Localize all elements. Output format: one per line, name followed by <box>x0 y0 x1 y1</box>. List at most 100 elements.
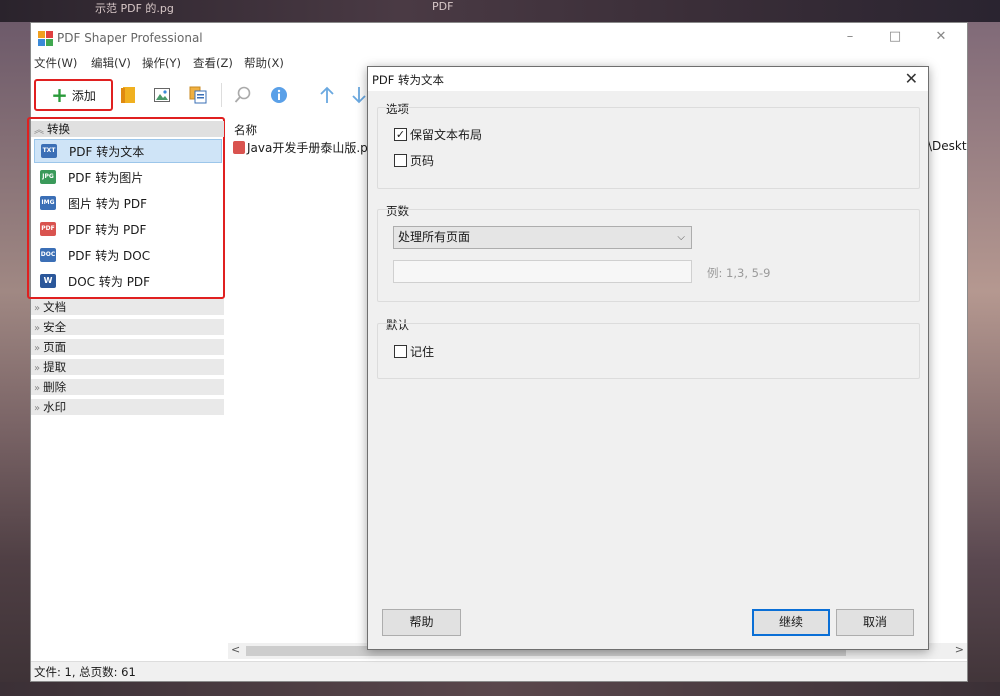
chevron-down-icon: » <box>34 363 41 374</box>
pages-group <box>377 209 920 302</box>
add-button-label: 添加 <box>71 88 96 103</box>
group-security[interactable]: » 安全 <box>31 319 224 335</box>
remember-checkbox[interactable]: 记住 <box>394 343 434 360</box>
file-path: \Deskt <box>928 139 967 153</box>
group-label: 提取 <box>43 360 67 374</box>
folder-icon[interactable] <box>117 79 139 111</box>
checkbox-icon <box>394 345 407 358</box>
chevron-down-icon: » <box>34 303 41 314</box>
sidebar-item-image-to-pdf[interactable]: IMG 图片 转为 PDF <box>34 191 222 215</box>
group-label: 安全 <box>43 320 67 334</box>
sidebar-item-pdf-to-text[interactable]: TXT PDF 转为文本 <box>34 139 222 163</box>
txt-file-icon: TXT <box>41 144 57 158</box>
desktop-background-left <box>0 22 30 696</box>
tool-sidebar: ︽ 转换 TXT PDF 转为文本 JPG PDF 转为图片 IMG 图片 转为 … <box>27 117 225 649</box>
options-group <box>377 107 920 189</box>
chevron-down-icon: ⌵ <box>677 232 685 243</box>
minimize-button[interactable]: – <box>835 29 865 47</box>
close-button[interactable]: ✕ <box>926 29 956 47</box>
file-name: Java开发手册泰山版.p <box>247 141 368 155</box>
chevron-down-icon: » <box>34 323 41 334</box>
dialog-close-icon[interactable]: ✕ <box>905 69 918 88</box>
group-label: 文档 <box>43 300 67 314</box>
column-header-name[interactable]: 名称 <box>234 122 257 138</box>
desktop-background-right <box>968 22 1000 696</box>
plus-icon: + <box>51 83 68 107</box>
word-file-icon: W <box>40 274 56 288</box>
desktop-top-strip: 示范 PDF 的.pg PDF <box>0 0 1000 22</box>
toolbar-divider <box>221 83 222 107</box>
pages-select-value: 处理所有页面 <box>398 230 471 244</box>
file-row[interactable]: Java开发手册泰山版.p <box>233 139 368 156</box>
pdf-file-icon <box>233 141 245 154</box>
copy-icon[interactable] <box>187 79 209 111</box>
add-button[interactable]: + 添加 <box>34 79 113 111</box>
chevron-down-icon: » <box>34 403 41 414</box>
window-title: PDF Shaper Professional <box>57 31 203 45</box>
pdf-file-icon: PDF <box>40 222 56 236</box>
group-label: 水印 <box>43 400 67 414</box>
sidebar-item-doc-to-pdf[interactable]: W DOC 转为 PDF <box>34 269 222 293</box>
info-icon[interactable] <box>267 79 291 111</box>
image-file-icon: IMG <box>40 196 56 210</box>
checkbox-checked-icon: ✓ <box>394 128 407 141</box>
chevron-down-icon: » <box>34 343 41 354</box>
group-extract[interactable]: » 提取 <box>31 359 224 375</box>
checkbox-label: 保留文本布局 <box>410 128 483 142</box>
page-range-hint: 例: 1,3, 5-9 <box>707 266 771 280</box>
status-text: 文件: 1, 总页数: 61 <box>34 665 136 679</box>
cancel-button[interactable]: 取消 <box>836 609 914 636</box>
title-bar: PDF Shaper Professional – □ ✕ <box>31 23 967 53</box>
continue-button[interactable]: 继续 <box>752 609 830 636</box>
group-convert[interactable]: ︽ 转换 <box>31 121 224 137</box>
sidebar-item-label: PDF 转为 PDF <box>68 222 147 237</box>
page-range-input[interactable] <box>393 260 692 283</box>
doc-file-icon: DOC <box>40 248 56 262</box>
default-group <box>377 323 920 379</box>
menu-action[interactable]: 操作(Y) <box>142 55 181 71</box>
pages-select[interactable]: 处理所有页面 ⌵ <box>393 226 692 249</box>
desktop-text-fragment: 示范 PDF 的.pg <box>95 2 174 15</box>
sidebar-item-label: PDF 转为 DOC <box>68 248 151 263</box>
checkbox-icon <box>394 154 407 167</box>
image-icon[interactable] <box>151 79 173 111</box>
group-delete[interactable]: » 删除 <box>31 379 224 395</box>
dialog-title: PDF 转为文本 <box>372 73 445 87</box>
group-label: 转换 <box>47 122 70 136</box>
menu-view[interactable]: 查看(Z) <box>193 55 233 71</box>
scroll-left-icon[interactable]: < <box>231 643 240 656</box>
help-button[interactable]: 帮助 <box>382 609 461 636</box>
arrow-down-icon[interactable] <box>349 79 369 111</box>
jpg-file-icon: JPG <box>40 170 56 184</box>
sidebar-item-pdf-to-pdf[interactable]: PDF PDF 转为 PDF <box>34 217 222 241</box>
chevron-up-icon: ︽ <box>34 125 44 136</box>
menu-edit[interactable]: 编辑(V) <box>91 55 131 71</box>
pdf-to-text-dialog: PDF 转为文本 ✕ 选项 ✓ 保留文本布局 页码 页数 处理所有页面 ⌵ 例:… <box>367 66 929 650</box>
dialog-title-bar: PDF 转为文本 ✕ <box>368 67 928 91</box>
sidebar-item-label: 图片 转为 PDF <box>68 196 148 211</box>
sidebar-item-label: PDF 转为文本 <box>69 144 145 159</box>
desktop-background-bottom <box>0 682 1000 696</box>
keep-layout-checkbox[interactable]: ✓ 保留文本布局 <box>394 126 482 143</box>
group-document[interactable]: » 文档 <box>31 299 224 315</box>
group-watermark[interactable]: » 水印 <box>31 399 224 415</box>
group-pages[interactable]: » 页面 <box>31 339 224 355</box>
app-logo-icon <box>38 31 53 46</box>
maximize-button[interactable]: □ <box>880 29 910 47</box>
desktop-text-fragment: PDF <box>432 0 454 13</box>
sidebar-item-label: PDF 转为图片 <box>68 170 144 185</box>
scroll-right-icon[interactable]: > <box>955 643 964 656</box>
sidebar-item-pdf-to-doc[interactable]: DOC PDF 转为 DOC <box>34 243 222 267</box>
status-bar: 文件: 1, 总页数: 61 <box>31 661 967 681</box>
chevron-down-icon: » <box>34 383 41 394</box>
arrow-up-icon[interactable] <box>315 79 339 111</box>
search-icon[interactable] <box>231 79 255 111</box>
checkbox-label: 记住 <box>410 345 435 359</box>
page-numbers-checkbox[interactable]: 页码 <box>394 152 434 169</box>
menu-file[interactable]: 文件(W) <box>34 55 77 71</box>
group-label: 页面 <box>43 340 67 354</box>
menu-help[interactable]: 帮助(X) <box>244 55 284 71</box>
sidebar-item-pdf-to-image[interactable]: JPG PDF 转为图片 <box>34 165 222 189</box>
checkbox-label: 页码 <box>410 154 435 168</box>
sidebar-item-label: DOC 转为 PDF <box>68 274 151 289</box>
